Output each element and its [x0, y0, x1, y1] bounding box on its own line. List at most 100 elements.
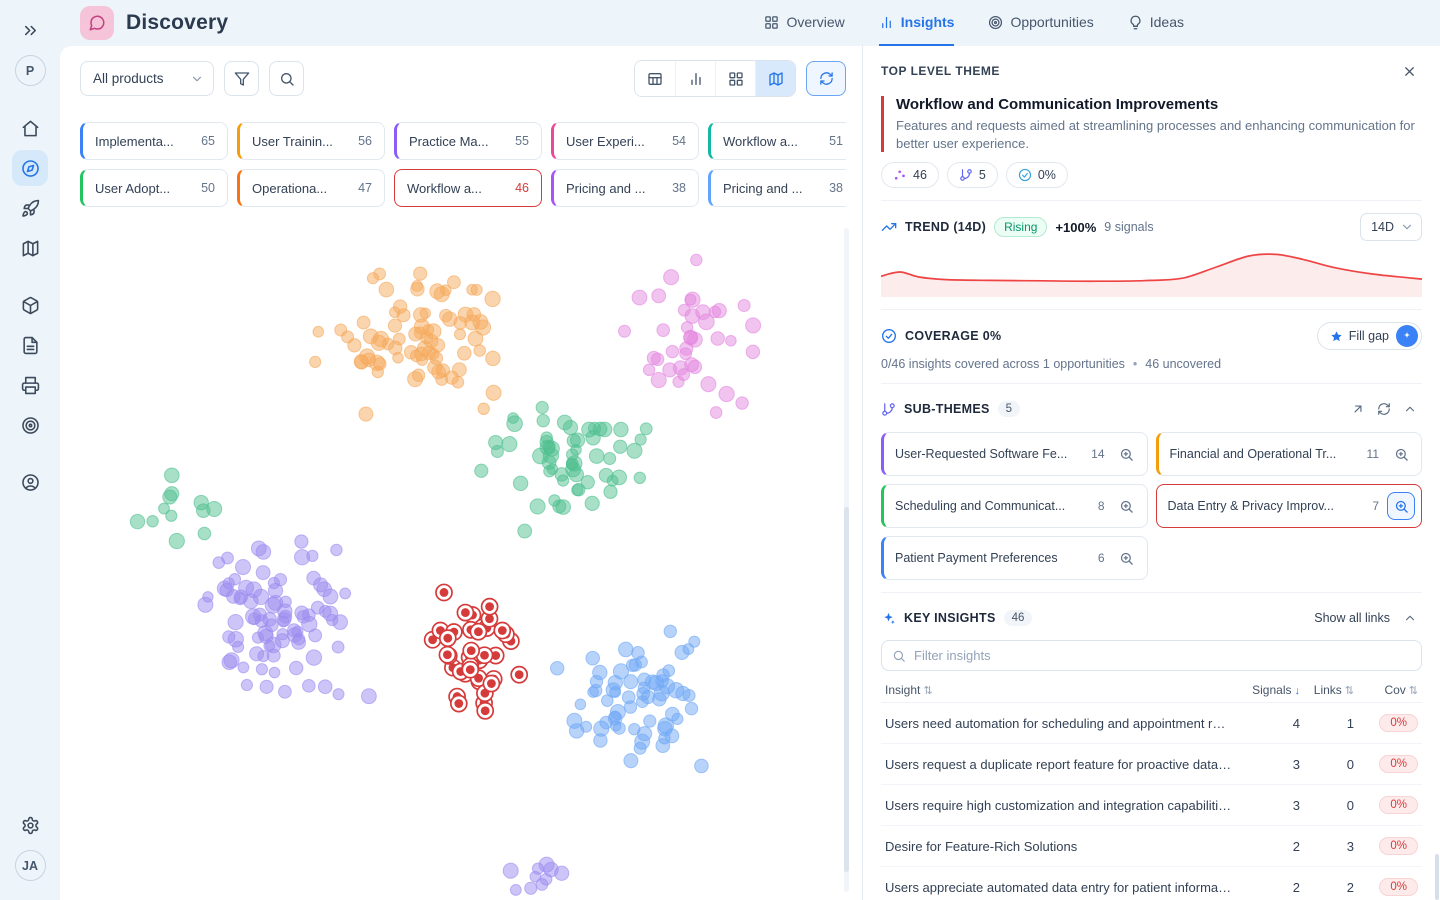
insight-dot[interactable] — [238, 662, 249, 673]
insight-dot[interactable] — [510, 885, 521, 896]
insight-dot[interactable] — [414, 267, 427, 280]
insight-dot[interactable] — [486, 351, 500, 365]
collapse-subthemes-button[interactable] — [1398, 397, 1422, 421]
insight-dot[interactable] — [685, 294, 696, 305]
theme-chip[interactable]: Workflow a...46 — [394, 169, 542, 207]
insight-dot[interactable] — [295, 606, 309, 620]
insight-dot[interactable] — [604, 452, 616, 464]
sidebar-item-goals[interactable] — [12, 407, 48, 443]
insight-dot[interactable] — [362, 353, 375, 366]
insight-dot[interactable] — [241, 679, 252, 690]
insight-dot[interactable] — [303, 679, 316, 692]
insight-dot[interactable] — [313, 326, 324, 337]
insight-dot[interactable] — [223, 631, 235, 643]
insight-dot[interactable] — [710, 407, 722, 419]
table-view-button[interactable] — [635, 61, 675, 96]
insight-dot[interactable] — [619, 325, 631, 337]
highlighted-insight-dot[interactable] — [463, 643, 479, 659]
insight-dot[interactable] — [555, 468, 568, 481]
tab-opportunities[interactable]: Opportunities — [988, 0, 1093, 46]
sidebar-item-discovery[interactable] — [12, 150, 48, 186]
insight-dot[interactable] — [371, 335, 386, 350]
insight-dot[interactable] — [445, 371, 458, 384]
search-button[interactable] — [269, 61, 304, 96]
insight-dot[interactable] — [422, 346, 436, 360]
highlighted-insight-dot[interactable] — [477, 703, 493, 719]
insight-dot[interactable] — [614, 422, 628, 436]
insight-dot[interactable] — [253, 608, 266, 621]
insight-dot[interactable] — [651, 372, 666, 387]
insight-dot[interactable] — [475, 464, 488, 477]
insight-dot[interactable] — [683, 644, 694, 655]
insight-dot[interactable] — [260, 680, 273, 693]
insights-cluster-map[interactable] — [75, 224, 847, 900]
insight-dot[interactable] — [340, 588, 351, 599]
insight-dot[interactable] — [726, 335, 737, 346]
insight-dot[interactable] — [130, 514, 144, 528]
insight-dot[interactable] — [198, 597, 213, 612]
insight-dot[interactable] — [233, 641, 244, 652]
sidebar-item-launch[interactable] — [12, 190, 48, 226]
insight-dot[interactable] — [423, 324, 434, 335]
insight-dot[interactable] — [684, 331, 698, 345]
insight-dot[interactable] — [414, 308, 428, 322]
insight-dot[interactable] — [624, 754, 638, 768]
insight-dot[interactable] — [664, 625, 676, 637]
theme-chip[interactable]: User Experi...54 — [551, 122, 699, 160]
insight-dot[interactable] — [468, 331, 483, 346]
insight-dot[interactable] — [610, 704, 625, 719]
subtheme-count-badge[interactable]: 5 — [947, 162, 998, 188]
insight-dot[interactable] — [467, 284, 478, 295]
tab-ideas[interactable]: Ideas — [1128, 0, 1184, 46]
insight-dot[interactable] — [613, 664, 628, 679]
subtheme-card[interactable]: Financial and Operational Tr...11 — [1156, 432, 1423, 476]
insight-dot[interactable] — [474, 345, 486, 357]
insight-dot[interactable] — [198, 527, 211, 540]
insight-dot[interactable] — [486, 385, 501, 400]
insight-dot[interactable] — [586, 651, 600, 665]
insight-dot[interactable] — [666, 707, 680, 721]
insight-dot[interactable] — [166, 510, 177, 521]
trend-range-select[interactable]: 14D — [1360, 213, 1422, 241]
highlighted-insight-dot[interactable] — [494, 622, 510, 638]
highlighted-insight-dot[interactable] — [440, 630, 456, 646]
subtheme-zoom-button[interactable] — [1113, 544, 1141, 572]
theme-chip[interactable]: Implementa...65 — [80, 122, 228, 160]
theme-chip[interactable]: User Trainin...56 — [237, 122, 385, 160]
sidebar-settings-button[interactable] — [12, 807, 48, 843]
insight-dot[interactable] — [332, 641, 344, 653]
insight-dot[interactable] — [629, 659, 641, 671]
insight-dot[interactable] — [612, 470, 627, 485]
insight-dot[interactable] — [663, 363, 677, 377]
highlighted-insight-dot[interactable] — [439, 647, 455, 663]
subtheme-zoom-button[interactable] — [1387, 492, 1415, 520]
insight-dot[interactable] — [685, 358, 699, 372]
theme-chip[interactable]: Practice Ma...55 — [394, 122, 542, 160]
insight-dot[interactable] — [567, 449, 579, 461]
insight-dot[interactable] — [478, 403, 489, 414]
insight-dot[interactable] — [265, 619, 278, 632]
sidebar-expand-button[interactable] — [12, 12, 48, 48]
insight-dot[interactable] — [664, 270, 679, 285]
insight-dot[interactable] — [455, 329, 466, 340]
insight-dot[interactable] — [632, 290, 647, 305]
insight-dot[interactable] — [411, 283, 424, 296]
insight-dot[interactable] — [530, 499, 545, 514]
subtheme-card[interactable]: User-Requested Software Fe...14 — [881, 432, 1148, 476]
insight-dot[interactable] — [268, 577, 279, 588]
subtheme-card[interactable]: Scheduling and Communicat...8 — [881, 484, 1148, 528]
insight-dot[interactable] — [269, 667, 280, 678]
subtheme-card[interactable]: Patient Payment Preferences6 — [881, 536, 1148, 580]
insight-dot[interactable] — [736, 397, 748, 409]
insight-dot[interactable] — [331, 544, 342, 555]
theme-chip[interactable]: Operationa...47 — [237, 169, 385, 207]
show-all-links[interactable]: Show all links — [1314, 611, 1390, 625]
insight-dot[interactable] — [213, 557, 225, 569]
insight-dot[interactable] — [643, 364, 654, 375]
insight-dot[interactable] — [333, 689, 344, 700]
insight-dot[interactable] — [536, 878, 548, 890]
insight-dot[interactable] — [709, 306, 720, 317]
insight-dot[interactable] — [652, 289, 666, 303]
user-avatar[interactable]: JA — [15, 850, 46, 881]
subtheme-zoom-button[interactable] — [1113, 440, 1141, 468]
